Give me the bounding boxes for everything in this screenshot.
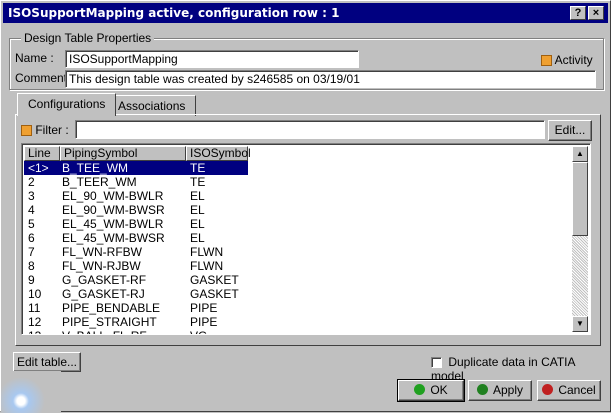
cell-isosymbol: FLWN [190,259,224,273]
cell-pipingsymbol: FL_WN-RJBW [62,259,141,273]
cell-line: 4 [28,203,35,217]
cell-pipingsymbol: PIPE_STRAIGHT [62,315,157,329]
vertical-scrollbar[interactable]: ▲ ▼ [572,146,588,332]
cell-isosymbol: PIPE [190,315,218,329]
cell-isosymbol: TE [190,161,206,175]
filter-input[interactable] [75,120,545,139]
table-row[interactable]: 9 G_GASKET-RF GASKET [24,273,248,287]
cell-isosymbol: EL [190,189,205,203]
ok-button[interactable]: OK [397,379,465,402]
filter-checkbox-icon [21,125,32,137]
activity-label: Activity [554,53,593,67]
activity-toggle[interactable]: Activity [541,53,593,67]
column-header-pipingsymbol[interactable]: PipingSymbol [60,146,186,161]
help-button[interactable]: ? [570,6,586,20]
filter-toggle[interactable]: Filter : [21,123,69,137]
table-row[interactable]: 7 FL_WN-RFBW FLWN [24,245,248,259]
table-row[interactable]: 10 G_GASKET-RJ GASKET [24,287,248,301]
dialog-window: ISOSupportMapping active, configuration … [0,0,611,413]
ok-dot-icon [414,384,426,395]
cell-line: 3 [28,189,35,203]
cell-isosymbol: EL [190,231,205,245]
cell-line: 6 [28,231,35,245]
cell-pipingsymbol: B_TEER_WM [62,175,137,189]
tab-configurations[interactable]: Configurations [17,93,117,116]
ok-label: OK [430,383,448,397]
catia-logo-icon [1,371,61,413]
cell-pipingsymbol: PIPE_BENDABLE [62,301,161,315]
cell-pipingsymbol: EL_90_WM-BWSR [62,203,165,217]
cell-isosymbol: EL [190,203,205,217]
table-row[interactable]: 4 EL_90_WM-BWSR EL [24,203,248,217]
table-row[interactable]: 5 EL_45_WM-BWLR EL [24,217,248,231]
cell-line: 10 [28,287,42,301]
cell-pipingsymbol: EL_90_WM-BWLR [62,189,164,203]
cell-isosymbol: VG [190,329,207,334]
apply-dot-icon [476,384,488,395]
cell-pipingsymbol: G_GASKET-RF [62,273,147,287]
cell-line: 12 [28,315,42,329]
close-button[interactable]: × [588,6,604,20]
duplicate-data-checkbox[interactable] [431,357,442,369]
cell-line: 9 [28,273,35,287]
cell-isosymbol: TE [190,175,206,189]
table-row[interactable]: <1> B_TEE_WM TE [24,161,248,175]
table-row[interactable]: 8 FL_WN-RJBW FLWN [24,259,248,273]
cell-pipingsymbol: G_GASKET-RJ [62,287,145,301]
cell-line: 2 [28,175,35,189]
cell-pipingsymbol: V_BALL_FL-RF [62,329,147,334]
tab-associations[interactable]: Associations [107,95,197,116]
table-row[interactable]: 13 V_BALL_FL-RF VG [24,329,248,334]
table-row[interactable]: 11 PIPE_BENDABLE PIPE [24,301,248,315]
table-row[interactable]: 2 B_TEER_WM TE [24,175,248,189]
table-row[interactable]: 3 EL_90_WM-BWLR EL [24,189,248,203]
cancel-label: Cancel [558,383,596,397]
filter-label: Filter : [35,123,69,137]
cell-pipingsymbol: EL_45_WM-BWSR [62,231,165,245]
duplicate-data-label: Duplicate data in CATIA model [431,355,575,383]
scroll-down-icon[interactable]: ▼ [572,316,588,332]
activity-checkbox-icon [541,55,552,67]
comment-field[interactable]: This design table was created by s246585… [65,70,596,88]
title-bar[interactable]: ISOSupportMapping active, configuration … [3,3,608,23]
edit-table-button[interactable]: Edit table... [13,352,81,372]
cell-line: <1> [28,161,49,175]
table-row[interactable]: 12 PIPE_STRAIGHT PIPE [24,315,248,329]
cell-isosymbol: EL [190,217,205,231]
cell-line: 7 [28,245,35,259]
properties-group-label: Design Table Properties [21,31,155,45]
cancel-button[interactable]: Cancel [537,380,601,401]
cell-line: 5 [28,217,35,231]
column-header-isosymbol[interactable]: ISOSymbol [186,146,251,161]
duplicate-data-toggle[interactable]: Duplicate data in CATIA model [431,355,610,383]
window-title: ISOSupportMapping active, configuration … [8,6,340,20]
name-field[interactable]: ISOSupportMapping [65,50,359,68]
scroll-thumb[interactable] [572,162,588,236]
table-row[interactable]: 6 EL_45_WM-BWSR EL [24,231,248,245]
apply-label: Apply [492,383,524,397]
cancel-dot-icon [542,384,554,395]
cell-pipingsymbol: EL_45_WM-BWLR [62,217,164,231]
scroll-up-icon[interactable]: ▲ [572,146,588,162]
cell-pipingsymbol: B_TEE_WM [62,161,129,175]
cell-line: 8 [28,259,35,273]
cell-line: 11 [28,301,41,315]
cell-isosymbol: GASKET [190,273,239,287]
configurations-table[interactable]: Line PipingSymbol ISOSymbol <1> B_TEE_WM T… [21,143,591,335]
name-label: Name : [15,51,54,65]
apply-button[interactable]: Apply [468,380,532,401]
cell-pipingsymbol: FL_WN-RFBW [62,245,142,259]
filter-edit-button[interactable]: Edit... [548,120,592,141]
cell-isosymbol: FLWN [190,245,224,259]
cell-line: 13 [28,329,41,334]
cell-isosymbol: GASKET [190,287,239,301]
cell-isosymbol: PIPE [190,301,218,315]
column-header-line[interactable]: Line [24,146,60,161]
